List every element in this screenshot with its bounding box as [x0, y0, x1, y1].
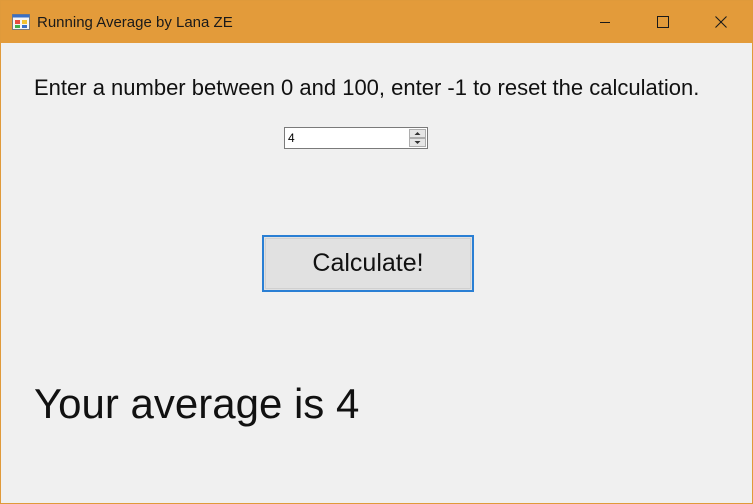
- arrow-down-icon: [414, 141, 421, 144]
- app-icon: [12, 14, 30, 30]
- calculate-button[interactable]: Calculate!: [262, 235, 474, 292]
- minimize-button[interactable]: [576, 1, 634, 43]
- app-window: Running Average by Lana ZE Enter a numbe…: [0, 0, 753, 504]
- average-result-label: Your average is 4: [34, 380, 360, 427]
- title-bar[interactable]: Running Average by Lana ZE: [1, 1, 752, 43]
- number-input[interactable]: [286, 129, 412, 147]
- spin-buttons: [409, 129, 426, 147]
- spin-up-button[interactable]: [409, 129, 426, 138]
- maximize-button[interactable]: [634, 1, 692, 43]
- maximize-icon: [657, 16, 669, 28]
- number-spinner[interactable]: [284, 127, 428, 149]
- minimize-icon: [600, 22, 610, 23]
- button-focus-inner: [265, 238, 471, 289]
- close-icon: [715, 16, 727, 28]
- spin-down-button[interactable]: [409, 138, 426, 147]
- close-button[interactable]: [692, 1, 750, 43]
- instruction-label: Enter a number between 0 and 100, enter …: [34, 75, 700, 100]
- arrow-up-icon: [414, 132, 421, 135]
- window-title: Running Average by Lana ZE: [37, 14, 233, 31]
